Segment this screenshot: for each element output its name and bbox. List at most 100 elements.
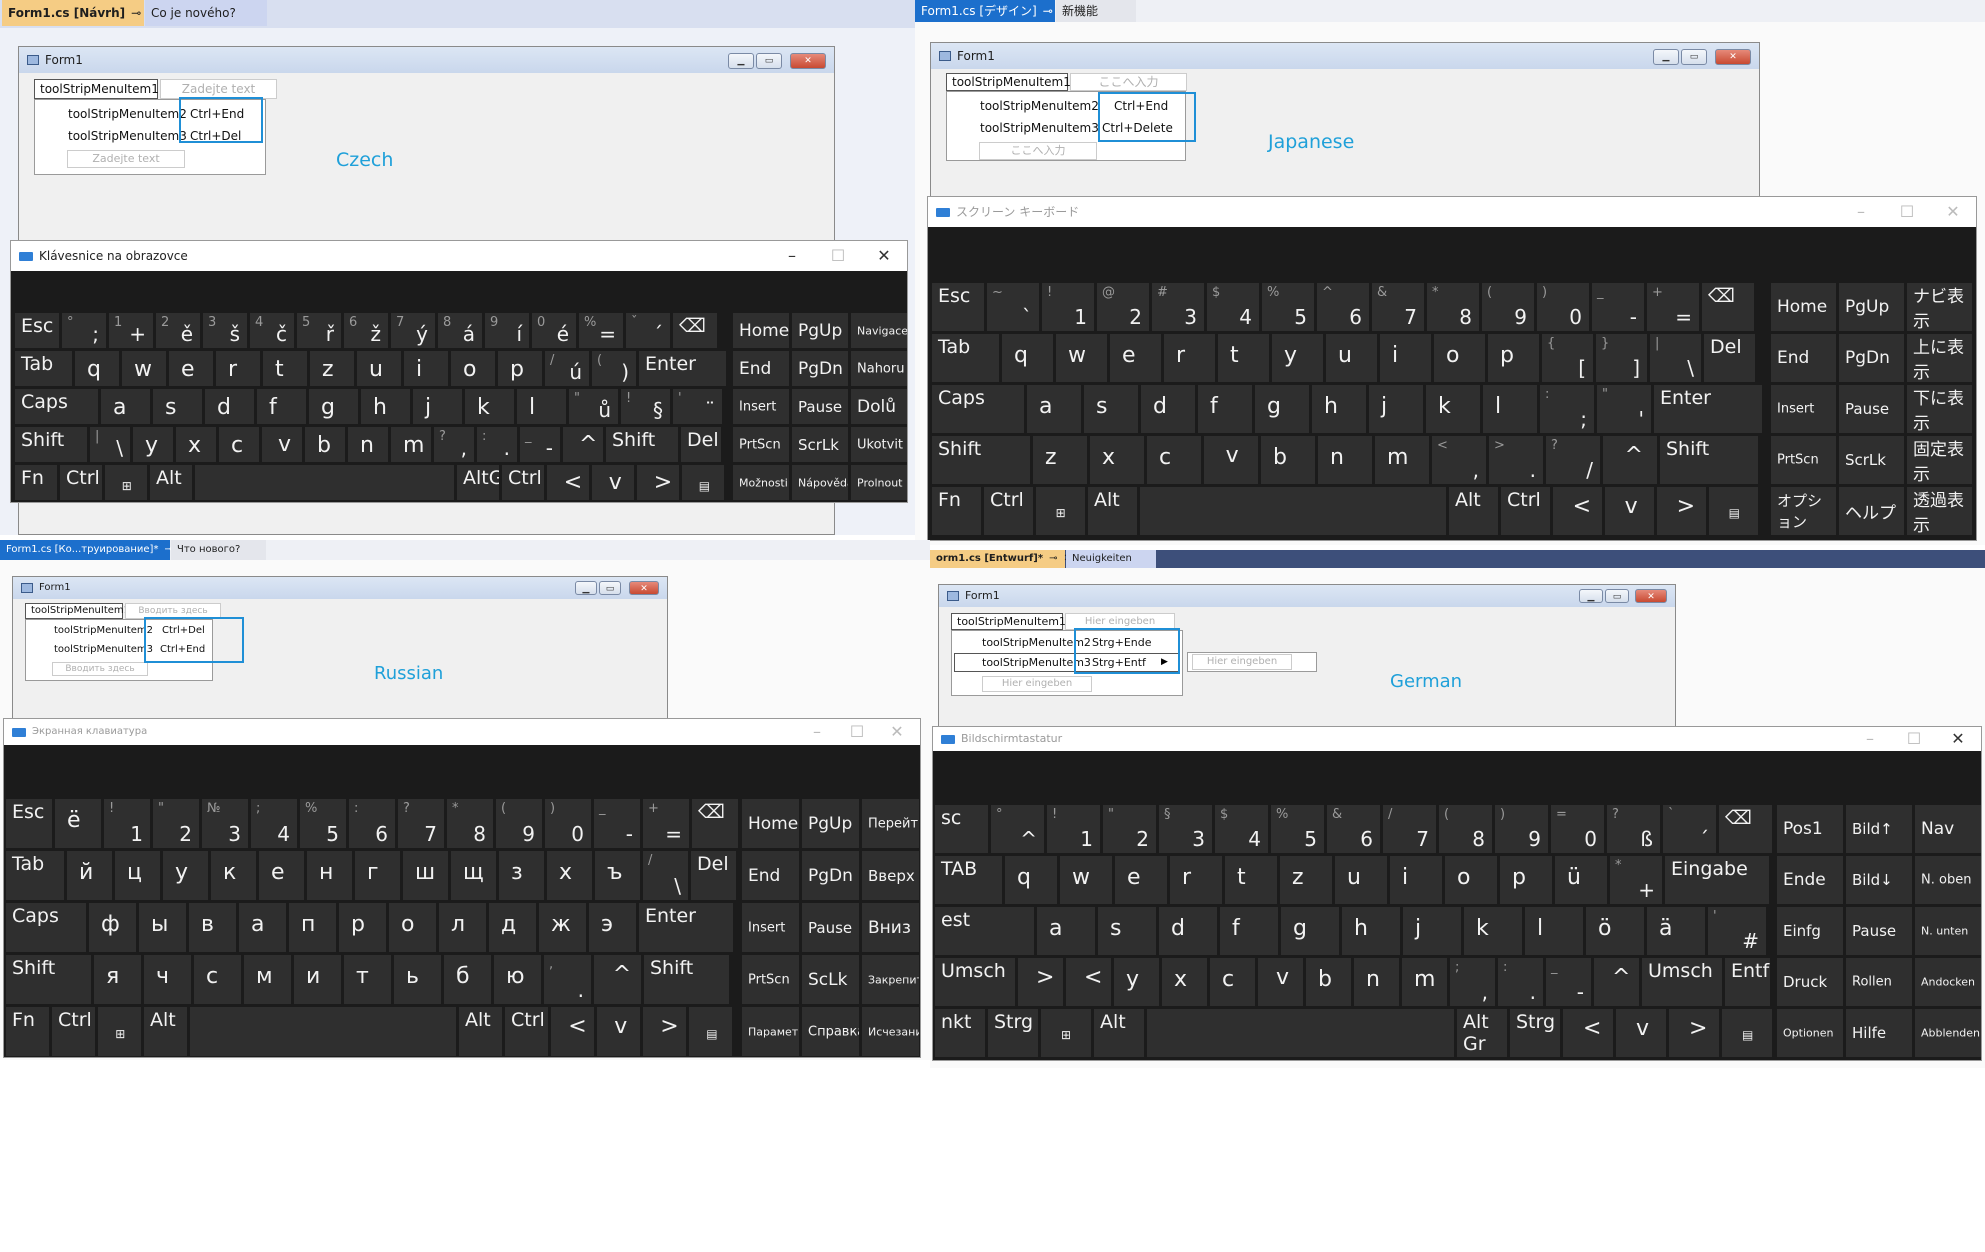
key[interactable]: ь xyxy=(394,955,441,1004)
key[interactable]: x xyxy=(176,427,216,462)
key[interactable]: =0=0 xyxy=(1551,805,1604,853)
key[interactable]: Ctrl xyxy=(505,1007,548,1056)
key[interactable]: °^°^ xyxy=(991,805,1044,853)
key[interactable]: Navigace xyxy=(851,313,907,348)
key[interactable]: "2"2 xyxy=(1103,805,1156,853)
key[interactable]: Pos1 xyxy=(1777,805,1843,853)
key[interactable]: N. oben xyxy=(1915,856,1981,904)
key[interactable]: я xyxy=(94,955,141,1004)
key[interactable]: a xyxy=(101,389,150,424)
key[interactable]: *8*8 xyxy=(447,799,493,848)
key[interactable]: +=+= xyxy=(643,799,689,848)
key[interactable]: i xyxy=(1380,334,1431,382)
key[interactable]: Tab xyxy=(6,851,64,900)
key[interactable]: ф xyxy=(89,903,136,952)
key[interactable]: Ctrl xyxy=(502,465,544,500)
key[interactable]: 透過表示 xyxy=(1907,487,1972,535)
key[interactable]: ^ xyxy=(1594,958,1639,1006)
form-window[interactable]: Form1 ▁ ▭ ✕ toolStripMenuItem1 ここへ入力 too… xyxy=(930,42,1760,202)
key[interactable]: л xyxy=(439,903,486,952)
minimize-icon[interactable]: – xyxy=(1838,197,1884,227)
on-screen-keyboard[interactable]: Bildschirmtastatur – ☐ ✕ sc°^°^!1!1"2"2§… xyxy=(932,726,1982,1061)
key[interactable]: ⌫ xyxy=(673,313,717,348)
key[interactable]: N. unten xyxy=(1915,907,1981,955)
key[interactable]: est xyxy=(935,907,1034,955)
key[interactable]: Tab xyxy=(932,334,999,382)
key[interactable]: &7&7 xyxy=(1372,283,1424,331)
key[interactable]: Enter xyxy=(1654,385,1762,433)
key[interactable]: Pause xyxy=(1839,385,1904,433)
key[interactable]: p xyxy=(498,351,542,386)
key[interactable]: v xyxy=(1616,1009,1666,1057)
key[interactable]: r xyxy=(1164,334,1215,382)
key[interactable]: Prolnout xyxy=(851,465,907,500)
key[interactable]: ~`~` xyxy=(987,283,1039,331)
key[interactable]: PgUp xyxy=(802,799,859,848)
key[interactable]: Enter xyxy=(639,903,733,952)
key[interactable]: x xyxy=(1162,958,1207,1006)
key[interactable]: <,<, xyxy=(1432,436,1486,484)
key[interactable]: 固定表示 xyxy=(1907,436,1972,484)
key[interactable]: j xyxy=(1403,907,1461,955)
key[interactable]: Ctrl xyxy=(60,465,102,500)
key[interactable]: Andocken xyxy=(1915,958,1981,1006)
key[interactable]: c xyxy=(1210,958,1255,1006)
key[interactable]: !§!§ xyxy=(621,389,670,424)
key[interactable]: d xyxy=(205,389,254,424)
key[interactable]: z xyxy=(310,351,354,386)
key[interactable]: Bild↓ xyxy=(1846,856,1912,904)
key[interactable]: Alt xyxy=(1088,487,1137,535)
key[interactable]: Možnosti xyxy=(733,465,789,500)
maximize-button[interactable]: ▭ xyxy=(756,53,782,69)
close-icon[interactable]: ✕ xyxy=(1930,197,1976,227)
key[interactable]: ?/?/ xyxy=(1546,436,1600,484)
key[interactable]: Optionen xyxy=(1777,1009,1843,1057)
tab-designer[interactable]: Form1.cs [デザイン]⊸✕ xyxy=(915,0,1069,22)
minimize-button[interactable]: ▁ xyxy=(575,581,597,595)
menu-placeholder[interactable]: ここへ入力 xyxy=(1070,73,1187,91)
key[interactable]: %5%5 xyxy=(1271,805,1324,853)
key[interactable]: ⌫ xyxy=(1719,805,1772,853)
key[interactable]: ж xyxy=(539,903,586,952)
key[interactable]: < xyxy=(551,1007,594,1056)
key[interactable]: ч xyxy=(144,955,191,1004)
key[interactable]: 2ě2ě xyxy=(156,313,200,348)
key[interactable]: х xyxy=(547,851,592,900)
pin-icon[interactable]: ⊸ xyxy=(1049,553,1057,564)
key[interactable]: ScLk xyxy=(802,955,859,1004)
key[interactable]: e xyxy=(1115,856,1167,904)
key[interactable]: o xyxy=(451,351,495,386)
form-window[interactable]: Form1 ▁ ▭ ✕ toolStripMenuItem1 Вводить з… xyxy=(12,576,668,736)
dropdown-item-3[interactable]: toolStripMenuItem3 xyxy=(68,126,187,146)
close-icon[interactable]: ✕ xyxy=(861,241,907,271)
key[interactable]: g xyxy=(1281,907,1339,955)
key[interactable]: ナビ表示 xyxy=(1907,283,1972,331)
key[interactable]: т xyxy=(344,955,391,1004)
key[interactable]: Pause xyxy=(792,389,848,424)
close-button[interactable]: ✕ xyxy=(1715,49,1751,65)
menu-placeholder[interactable]: Zadejte text xyxy=(160,79,277,99)
key[interactable]: e xyxy=(169,351,213,386)
dropdown-item-2[interactable]: toolStripMenuItem2 xyxy=(68,104,187,124)
key[interactable]: )0)0 xyxy=(1537,283,1589,331)
key[interactable]: Esc xyxy=(6,799,52,848)
key[interactable]: |\|\ xyxy=(90,427,130,462)
key[interactable]: %5%5 xyxy=(1262,283,1314,331)
key[interactable]: {[{[ xyxy=(1542,334,1593,382)
key[interactable]: t xyxy=(263,351,307,386)
minimize-icon[interactable]: – xyxy=(1847,727,1893,751)
key[interactable]: n xyxy=(1318,436,1372,484)
key[interactable]: o xyxy=(1434,334,1485,382)
key[interactable]: $4$4 xyxy=(1207,283,1259,331)
key[interactable]: %=%= xyxy=(579,313,623,348)
key[interactable]: Einfg xyxy=(1777,907,1843,955)
key[interactable]: 3š3š xyxy=(203,313,247,348)
key[interactable]: y xyxy=(1114,958,1159,1006)
key[interactable]: 8á8á xyxy=(438,313,482,348)
key[interactable]: i xyxy=(1390,856,1442,904)
key[interactable]: ^6^6 xyxy=(1317,283,1369,331)
key[interactable]: d xyxy=(1159,907,1217,955)
menu-item-1[interactable]: toolStripMenuItem1 xyxy=(25,603,130,619)
key[interactable]: k xyxy=(1426,385,1480,433)
key[interactable]: w xyxy=(1056,334,1107,382)
